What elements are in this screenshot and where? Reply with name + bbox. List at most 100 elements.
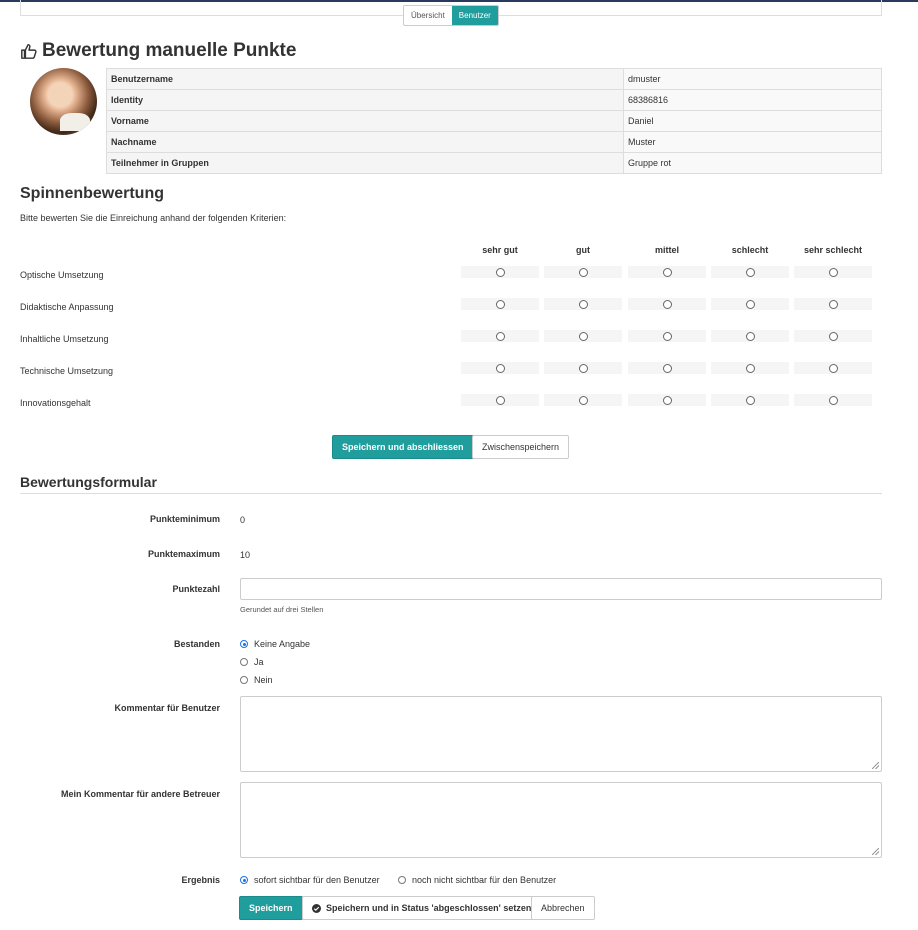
radio-icon[interactable] [495, 267, 505, 277]
score-input[interactable] [240, 578, 882, 600]
radio-icon[interactable] [828, 395, 838, 405]
rubric-cell[interactable] [794, 266, 872, 278]
radio-selected-icon[interactable] [240, 640, 248, 648]
page-title: Bewertung manuelle Punkte [20, 40, 296, 62]
result-option[interactable]: sofort sichtbar für den Benutzer [240, 875, 380, 885]
radio-icon[interactable] [745, 299, 755, 309]
info-label: Benutzername [106, 68, 624, 90]
radio-icon[interactable] [398, 876, 406, 884]
radio-icon[interactable] [662, 267, 672, 277]
user-comment-textarea[interactable] [240, 696, 882, 772]
view-toggle: Übersicht Benutzer [403, 5, 499, 26]
radio-icon[interactable] [828, 299, 838, 309]
criterion-label: Inhaltliche Umsetzung [20, 334, 109, 344]
rubric-cell[interactable] [461, 330, 539, 342]
info-value: 68386816 [623, 89, 882, 111]
rubric-cell[interactable] [794, 362, 872, 374]
info-label: Identity [106, 89, 624, 111]
level-header: sehr schlecht [803, 245, 863, 255]
level-header: sehr gut [482, 245, 518, 255]
radio-icon[interactable] [828, 331, 838, 341]
rubric-cell[interactable] [794, 394, 872, 406]
passed-option[interactable]: Keine Angabe [240, 639, 310, 649]
level-header: gut [576, 245, 590, 255]
rubric-intro: Bitte bewerten Sie die Einreichung anhan… [20, 213, 287, 223]
rubric-cell[interactable] [544, 266, 622, 278]
result-option[interactable]: noch nicht sichtbar für den Benutzer [398, 875, 556, 885]
save-button[interactable]: Speichern [239, 896, 303, 920]
table-row: Teilnehmer in Gruppen Gruppe rot [106, 152, 882, 174]
radio-selected-icon[interactable] [240, 876, 248, 884]
score-label: Punktezahl [172, 584, 220, 594]
radio-icon[interactable] [578, 331, 588, 341]
radio-icon[interactable] [495, 331, 505, 341]
radio-icon[interactable] [240, 658, 248, 666]
rubric-cell[interactable] [544, 330, 622, 342]
rubric-cell[interactable] [628, 330, 706, 342]
tab-overview[interactable]: Übersicht [404, 6, 452, 25]
resize-grip-icon[interactable] [872, 762, 879, 769]
rubric-cell[interactable] [461, 298, 539, 310]
rubric-cell[interactable] [711, 394, 789, 406]
max-value: 10 [240, 550, 251, 560]
passed-option[interactable]: Ja [240, 657, 264, 667]
criterion-label: Innovationsgehalt [20, 398, 91, 408]
radio-icon[interactable] [745, 363, 755, 373]
rubric-cell[interactable] [711, 298, 789, 310]
info-value: dmuster [623, 68, 882, 90]
rubric-cell[interactable] [628, 298, 706, 310]
rubric-cell[interactable] [794, 298, 872, 310]
radio-icon[interactable] [745, 331, 755, 341]
info-label: Vorname [106, 110, 624, 132]
level-header: mittel [654, 245, 679, 255]
rubric-cell[interactable] [461, 362, 539, 374]
radio-icon[interactable] [745, 267, 755, 277]
rubric-cell[interactable] [544, 362, 622, 374]
radio-icon[interactable] [495, 395, 505, 405]
interim-save-button[interactable]: Zwischenspeichern [472, 435, 570, 459]
rubric-cell[interactable] [628, 394, 706, 406]
radio-icon[interactable] [240, 676, 248, 684]
rubric-cell[interactable] [794, 330, 872, 342]
level-header: schlecht [731, 245, 769, 255]
rubric-cell[interactable] [711, 362, 789, 374]
radio-icon[interactable] [495, 299, 505, 309]
radio-icon[interactable] [578, 267, 588, 277]
min-value: 0 [240, 515, 246, 525]
radio-icon[interactable] [662, 299, 672, 309]
rubric-cell[interactable] [628, 362, 706, 374]
radio-icon[interactable] [662, 363, 672, 373]
radio-icon[interactable] [578, 363, 588, 373]
radio-icon[interactable] [578, 299, 588, 309]
radio-icon[interactable] [828, 363, 838, 373]
rubric-cell[interactable] [461, 266, 539, 278]
criterion-label: Optische Umsetzung [20, 270, 104, 280]
radio-icon[interactable] [662, 331, 672, 341]
rubric-cell[interactable] [711, 330, 789, 342]
save-done-button[interactable]: Speichern und in Status 'abgeschlossen' … [302, 896, 542, 920]
avatar [30, 68, 97, 135]
radio-icon[interactable] [745, 395, 755, 405]
resize-grip-icon[interactable] [872, 848, 879, 855]
radio-icon[interactable] [662, 395, 672, 405]
rubric-cell[interactable] [544, 298, 622, 310]
page-title-text: Bewertung manuelle Punkte [42, 40, 297, 61]
save-close-button[interactable]: Speichern und abschliessen [332, 435, 474, 459]
radio-icon[interactable] [495, 363, 505, 373]
radio-icon[interactable] [828, 267, 838, 277]
form-title: Bewertungsformular [20, 474, 157, 490]
rubric-cell[interactable] [544, 394, 622, 406]
rubric-cell[interactable] [711, 266, 789, 278]
tab-user[interactable]: Benutzer [451, 6, 498, 25]
cancel-button[interactable]: Abbrechen [531, 896, 595, 920]
passed-option[interactable]: Nein [240, 675, 273, 685]
coach-comment-textarea[interactable] [240, 782, 882, 858]
radio-icon[interactable] [578, 395, 588, 405]
table-row: Nachname Muster [106, 131, 882, 153]
divider [20, 493, 882, 494]
rubric-cell[interactable] [628, 266, 706, 278]
score-help: Gerundet auf drei Stellen [240, 605, 324, 614]
rubric-cell[interactable] [461, 394, 539, 406]
criterion-label: Didaktische Anpassung [20, 302, 114, 312]
info-value: Gruppe rot [623, 152, 882, 174]
